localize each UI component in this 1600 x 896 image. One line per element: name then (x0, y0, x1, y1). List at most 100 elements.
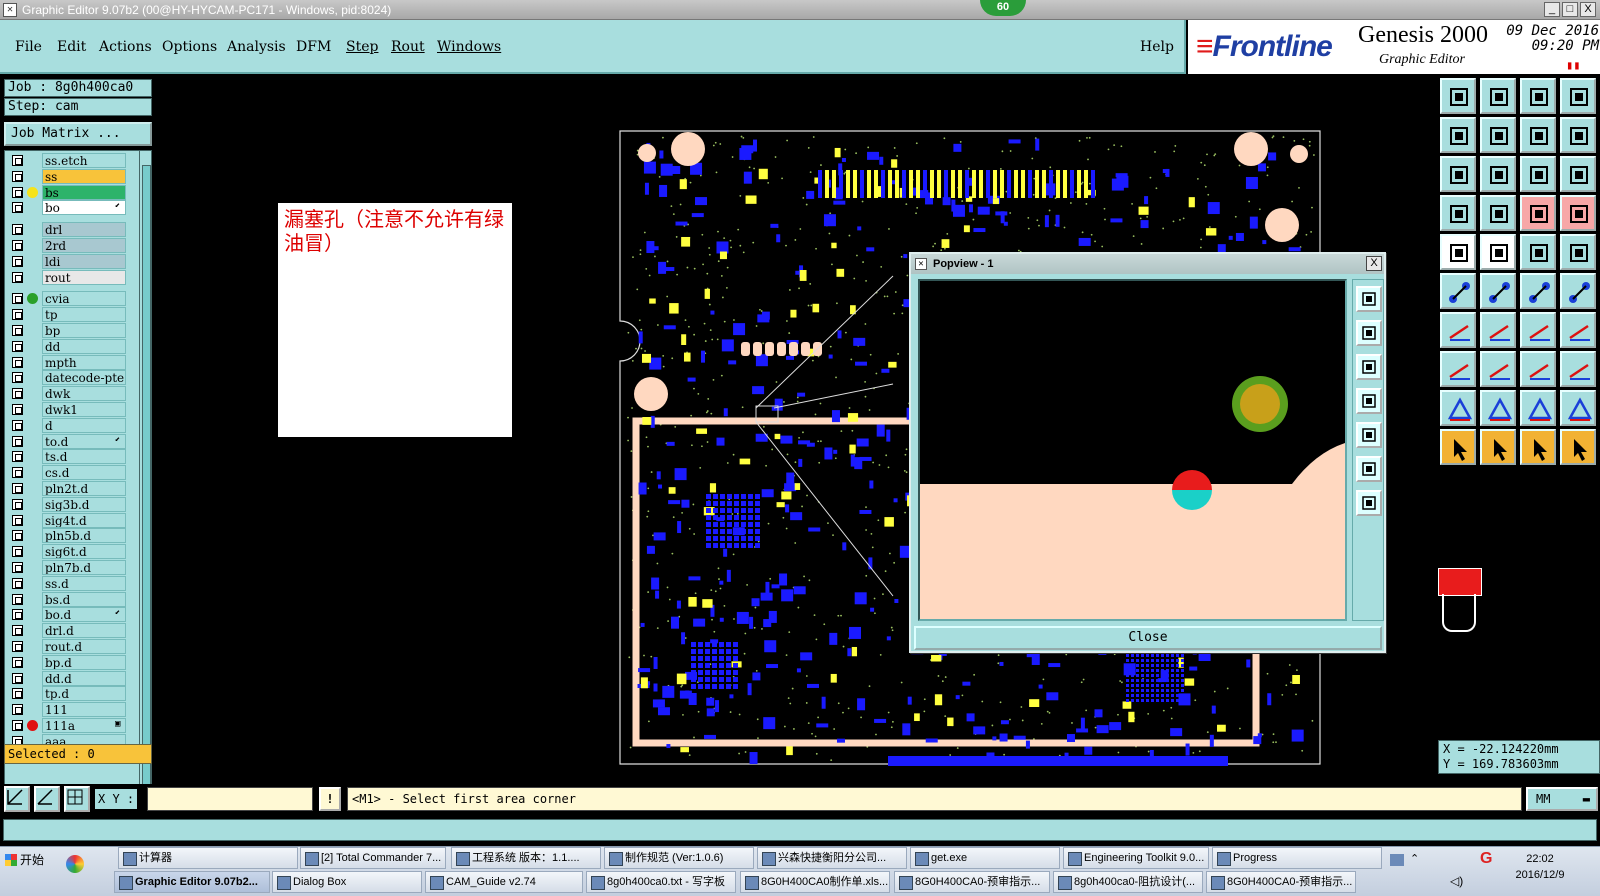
layer-checkbox[interactable] (12, 593, 23, 605)
tray-icon-g[interactable]: G (1480, 850, 1492, 868)
layer-row[interactable]: bs (5, 184, 131, 200)
fill-icon[interactable] (1440, 234, 1476, 270)
menu-windows[interactable]: Windows (437, 39, 501, 55)
layer-name[interactable]: bo.d (42, 607, 126, 623)
layer-checkbox[interactable] (12, 514, 23, 526)
pan-left-icon[interactable] (1356, 388, 1382, 414)
layer-name[interactable]: 111a (42, 718, 126, 733)
layer-name[interactable]: ss (42, 168, 126, 184)
layer-checkbox[interactable] (12, 609, 23, 621)
layer-name[interactable]: drl.d (42, 623, 126, 639)
layer-name[interactable]: dwk1 (42, 402, 126, 417)
layer-checkbox[interactable] (12, 641, 23, 652)
pan-up-icon[interactable] (1356, 320, 1382, 346)
start-button[interactable]: 开始 (2, 849, 50, 871)
hand-icon[interactable] (1440, 195, 1476, 231)
pan-down-icon[interactable] (1356, 354, 1382, 380)
layer-checkbox[interactable] (12, 155, 23, 166)
layer-name[interactable]: dwk (42, 386, 126, 402)
scrollbar-thumb[interactable] (142, 165, 151, 795)
layer-row[interactable]: bp (5, 323, 131, 338)
pointer3-icon[interactable] (1520, 429, 1556, 465)
layer-red2-icon[interactable] (1560, 195, 1596, 231)
maximize-button[interactable]: □ (1562, 2, 1578, 17)
zoom-out-icon[interactable] (1356, 490, 1382, 516)
help-icon[interactable] (1560, 156, 1596, 192)
connect-icon[interactable] (1440, 273, 1476, 309)
layer-checkbox[interactable] (12, 325, 23, 336)
layer-name[interactable]: bo (42, 200, 126, 216)
layer-name[interactable]: 2rd (42, 238, 126, 253)
layer-name[interactable]: cs.d (42, 465, 126, 481)
menu-help[interactable]: Help (1140, 39, 1174, 55)
layer-checkbox[interactable] (12, 625, 23, 637)
taskbar-item[interactable]: 工程系统 版本：1.1.... (451, 847, 601, 869)
dot-icon[interactable] (1560, 234, 1596, 270)
warning-button[interactable]: ! (319, 787, 341, 811)
symbol-icon[interactable] (1560, 312, 1596, 348)
shape-icon[interactable] (1560, 351, 1596, 387)
layer-checkbox[interactable] (12, 672, 23, 684)
layer-row[interactable]: bs.d (5, 591, 131, 607)
taskbar-item[interactable]: get.exe (910, 847, 1060, 869)
layer-row[interactable]: pln5b.d (5, 528, 131, 544)
layer-name[interactable]: bs (42, 184, 126, 200)
tray-icon-arrow[interactable]: ⌃ (1410, 852, 1419, 865)
menu-actions[interactable]: Actions (99, 39, 152, 55)
layer-name[interactable]: ts.d (42, 449, 126, 465)
taskbar-item[interactable]: [2] Total Commander 7... (300, 847, 446, 869)
layer-name[interactable]: ss.d (42, 575, 126, 591)
layer-name[interactable]: tp.d (42, 686, 126, 702)
grid-toggle-icon[interactable] (1480, 195, 1516, 231)
layer-checkbox[interactable] (12, 435, 23, 447)
split-icon[interactable] (1560, 78, 1596, 114)
layer-name[interactable]: bp (42, 323, 126, 338)
layer-checkbox[interactable] (12, 562, 23, 573)
taskbar-item[interactable]: 8G0H400CA0制作单.xls... (740, 871, 890, 893)
layer-name[interactable]: tp (42, 307, 126, 323)
zoom-fit-icon[interactable] (1356, 286, 1382, 312)
home-bottom-icon[interactable] (1480, 78, 1516, 114)
layer-checkbox[interactable] (12, 498, 23, 510)
minimize-button[interactable]: _ (1544, 2, 1560, 17)
taskbar-item[interactable]: 8g0h400ca0.txt - 写字板 (586, 871, 736, 893)
taskbar-item[interactable]: 制作规范 (Ver:1.0.6) (604, 847, 754, 869)
layer-row[interactable]: tp (5, 307, 131, 323)
command-input[interactable] (3, 819, 1597, 841)
zoom-in-icon[interactable] (1356, 456, 1382, 482)
taskbar-item[interactable]: Dialog Box (272, 871, 422, 893)
popview-close-x[interactable]: X (1366, 256, 1382, 271)
menu-analysis[interactable]: Analysis (227, 39, 286, 55)
layer-checkbox[interactable] (12, 293, 23, 305)
layer-row[interactable]: d (5, 417, 131, 433)
grid-icon[interactable] (64, 786, 90, 812)
layer-row[interactable]: rout.d (5, 639, 131, 654)
layer-name[interactable]: drl (42, 222, 126, 238)
layer-checkbox[interactable] (12, 451, 23, 463)
xy-input[interactable] (147, 787, 313, 811)
layer-checkbox[interactable] (12, 224, 23, 236)
close-window-button[interactable]: X (1580, 2, 1596, 17)
layer-checkbox[interactable] (12, 186, 23, 198)
pan-right-icon[interactable] (1356, 422, 1382, 448)
layer-row[interactable]: pln7b.d (5, 560, 131, 575)
menu-step[interactable]: Step (346, 39, 378, 55)
layer-name[interactable]: cvia (42, 291, 126, 307)
layer-row[interactable]: sig6t.d (5, 544, 131, 560)
tray-icon-volume[interactable]: ◁) (1450, 874, 1463, 888)
measure-icon[interactable] (1480, 234, 1516, 270)
layer-name[interactable]: pln2t.d (42, 481, 126, 496)
layer-checkbox[interactable] (12, 170, 23, 182)
layer-checkbox[interactable] (12, 704, 23, 716)
popview-view[interactable] (918, 279, 1347, 621)
layer-row[interactable]: dwk1 (5, 402, 131, 417)
menu-file[interactable]: File (15, 39, 42, 55)
layer-checkbox[interactable] (12, 240, 23, 251)
layer-checkbox[interactable] (12, 372, 23, 384)
tri2-icon[interactable] (1480, 390, 1516, 426)
units-selector[interactable]: MM ▬ (1526, 787, 1598, 811)
taskbar-item[interactable]: CAM_Guide v2.74 (425, 871, 583, 893)
layer-checkbox[interactable] (12, 467, 23, 479)
dim-icon[interactable] (1520, 351, 1556, 387)
center-icon[interactable] (1480, 156, 1516, 192)
